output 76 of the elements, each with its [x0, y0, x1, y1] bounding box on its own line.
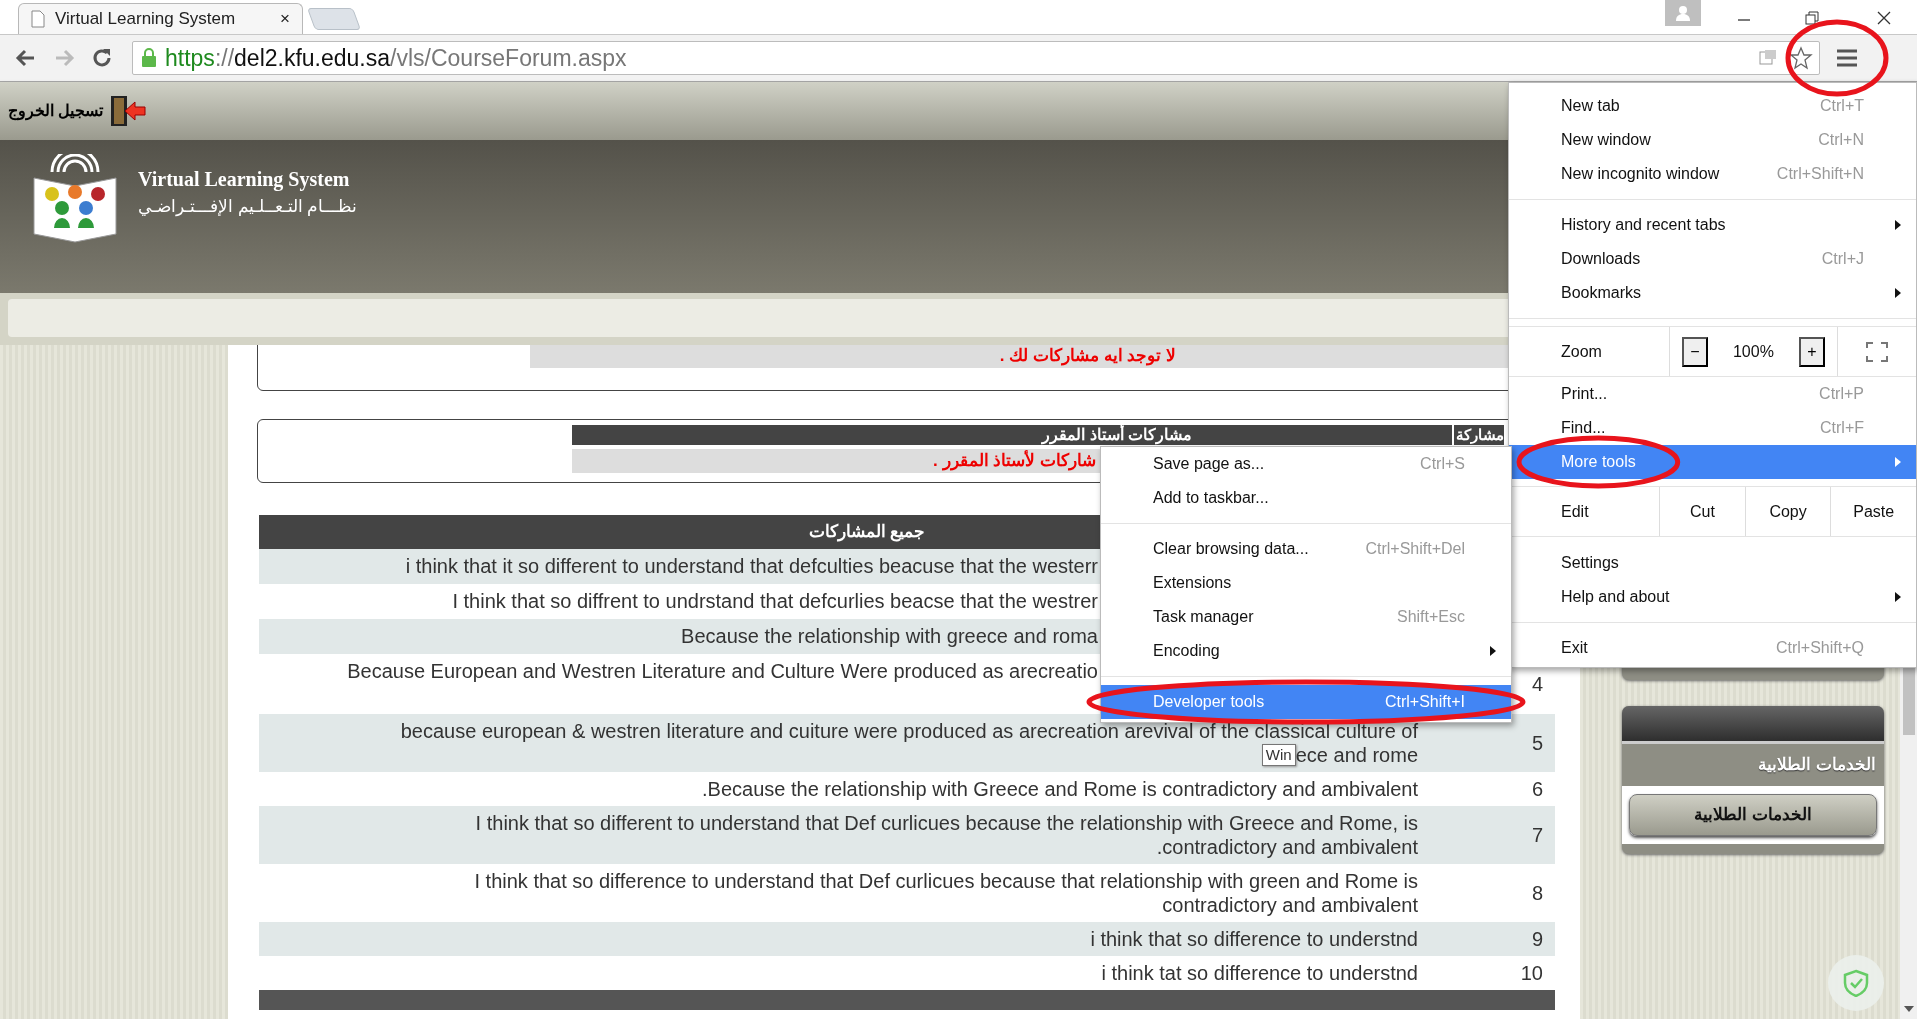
- close-icon[interactable]: [1876, 10, 1892, 26]
- copy-button[interactable]: Copy: [1744, 487, 1831, 536]
- fullscreen-icon[interactable]: [1866, 341, 1889, 362]
- menu-item[interactable]: More tools: [1509, 445, 1916, 479]
- menu-item[interactable]: New incognito window Ctrl+Shift+N: [1509, 157, 1916, 191]
- post-text: I think that so different to understand that Def curlicues because the relationship with Greece and Rome, is: [475, 811, 1418, 835]
- menu-item[interactable]: Task manager Shift+Esc: [1101, 600, 1511, 634]
- post-text: .contradictory and ambivalent: [1156, 835, 1418, 859]
- shortcut-text: Ctrl+N: [1818, 130, 1864, 150]
- browser-tab[interactable]: Virtual Learning System ×: [18, 3, 303, 34]
- url-text: https://del2.kfu.edu.sa/vls/CourseForum.aspx: [165, 43, 627, 73]
- post-text: I think that so diffrent to undrstand that defcurlies beacse that the westrer: [452, 589, 1098, 613]
- shortcut-text: Ctrl+P: [1819, 384, 1864, 404]
- shortcut-text: Ctrl+F: [1820, 418, 1864, 438]
- post-text: contradictory and ambivalent: [1162, 893, 1418, 917]
- zoom-label: Zoom: [1560, 341, 1603, 362]
- row-number: 4: [1531, 672, 1543, 696]
- service-button[interactable]: الخدمات الطلابية: [1629, 794, 1877, 836]
- post-text: Because European and Westren Literature and Culture Were produced as arecreatio: [347, 659, 1098, 683]
- menu-item[interactable]: Print... Ctrl+P: [1509, 377, 1916, 411]
- site-subtitle: نظـــام التـعــلـيم الإفـــتـراضـي: [138, 196, 358, 218]
- row-number: 10: [1520, 961, 1543, 985]
- shield-check-icon: [1843, 969, 1869, 997]
- row-number: 5: [1531, 731, 1543, 755]
- menu-item[interactable]: Downloads Ctrl+J: [1509, 242, 1916, 276]
- menu-item[interactable]: Exit Ctrl+Shift+Q: [1509, 631, 1916, 665]
- menu-item[interactable]: Find... Ctrl+F: [1509, 411, 1916, 445]
- paste-button[interactable]: Paste: [1830, 487, 1916, 536]
- menu-item[interactable]: Extensions: [1101, 566, 1511, 600]
- post-text: .Because the relationship with Greece and Rome is contradictory and ambivalent: [702, 777, 1418, 801]
- post-text: Because the relationship with greece and roma: [681, 624, 1098, 648]
- row-number: 6: [1531, 777, 1543, 801]
- row-number: 8: [1531, 881, 1543, 905]
- menu-item[interactable]: Settings: [1509, 546, 1916, 580]
- restore-icon[interactable]: [1804, 10, 1820, 26]
- column-header: مشاركة: [1454, 425, 1504, 445]
- tooltip: Win: [1261, 744, 1296, 766]
- menu-item[interactable]: Bookmarks: [1509, 276, 1916, 310]
- menu-item[interactable]: Encoding: [1101, 634, 1511, 668]
- edit-label: Edit: [1560, 501, 1590, 522]
- shortcut-text: Ctrl+Shift+Q: [1775, 638, 1864, 658]
- row-number: 9: [1531, 927, 1543, 951]
- logout-link[interactable]: تسجيل الخروج: [8, 99, 104, 123]
- menu-item[interactable]: New tab Ctrl+T: [1509, 89, 1916, 123]
- padlock-icon: [141, 48, 157, 68]
- post-text: i think that so difference to understnd: [1090, 927, 1418, 951]
- row-number: 7: [1531, 823, 1543, 847]
- zoom-out-button[interactable]: −: [1682, 336, 1708, 367]
- shortcut-text: Ctrl+Shift+N: [1776, 164, 1864, 184]
- zoom-in-button[interactable]: +: [1799, 336, 1825, 367]
- menu-item[interactable]: Help and about: [1509, 580, 1916, 614]
- page-icon: [31, 10, 45, 28]
- menu-item[interactable]: New window Ctrl+N: [1509, 123, 1916, 157]
- post-text: because european & westren literature and cuiture were produced as arecreation arevival of the classical culture of: [400, 719, 1418, 743]
- menu-item[interactable]: History and recent tabs: [1509, 208, 1916, 242]
- user-icon: [1675, 5, 1691, 21]
- shortcut-text: Shift+Esc: [1396, 607, 1465, 627]
- panel-header: مشاركات أستاذ المقرر: [572, 425, 1452, 445]
- post-text: ece and rome: [1295, 743, 1418, 767]
- address-field[interactable]: https://del2.kfu.edu.sa/vls/CourseForum.aspx: [132, 41, 1820, 75]
- post-text: i think tat so difference to understnd: [1101, 961, 1418, 985]
- shortcut-text: Ctrl+J: [1821, 249, 1864, 269]
- cut-button[interactable]: Cut: [1659, 487, 1745, 536]
- tab-close-button[interactable]: ×: [280, 6, 290, 32]
- site-title: Virtual Learning System: [138, 167, 351, 193]
- menu-item[interactable]: Add to taskbar...: [1101, 481, 1511, 515]
- star-icon[interactable]: [1789, 46, 1813, 70]
- tab-title: Virtual Learning System: [55, 8, 237, 31]
- shortcut-text: Ctrl+Shift+I: [1384, 692, 1465, 712]
- post-text: I think that so difference to understand that Def curlicues because that relationship with green and Rome is: [474, 869, 1418, 893]
- card-title: الخدمات الطلابية: [1757, 754, 1877, 776]
- zoom-value: 100%: [1732, 341, 1774, 362]
- exit-door-icon[interactable]: [109, 94, 148, 128]
- post-text: i think that it so different to understand that defculties beacuse that the westerr: [405, 554, 1098, 578]
- scroll-down-arrow-icon[interactable]: [1903, 1005, 1915, 1013]
- shortcut-text: Ctrl+T: [1820, 96, 1864, 116]
